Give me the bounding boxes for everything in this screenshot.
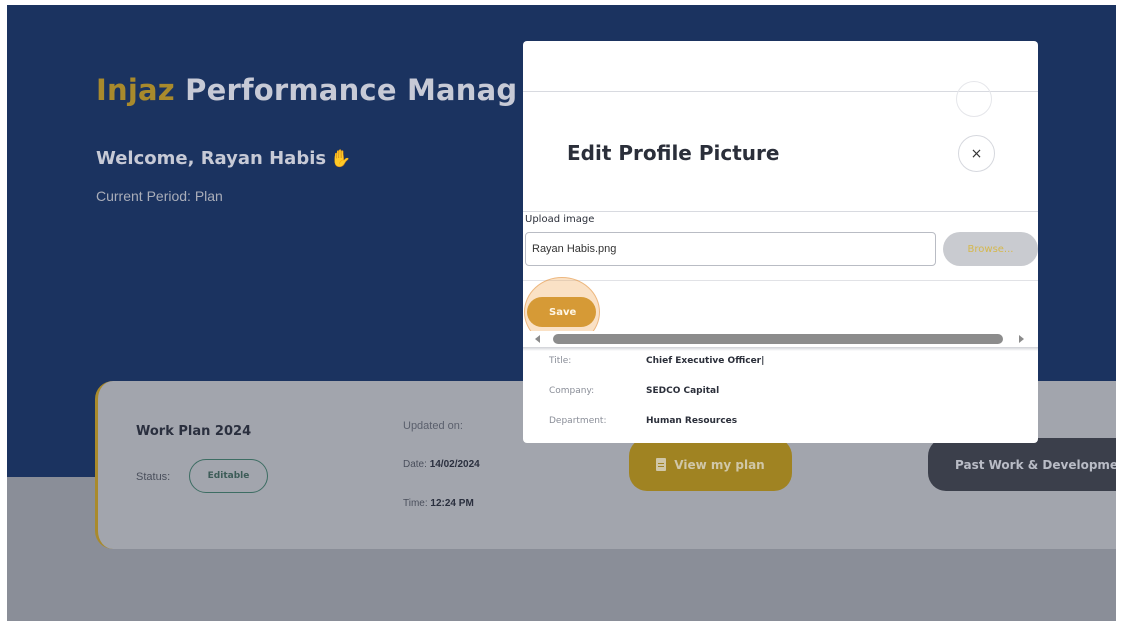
close-icon[interactable]: × — [958, 135, 995, 172]
view-my-plan-label: View my plan — [674, 457, 765, 472]
app-title: Injaz Performance Manag — [96, 73, 517, 107]
browse-button[interactable]: Browse... — [943, 232, 1038, 266]
time-label: Time: — [403, 498, 428, 509]
welcome-text: Welcome, Rayan Habis — [96, 148, 327, 169]
past-work-label: Past Work & Developmen — [955, 457, 1116, 472]
document-icon — [656, 458, 667, 471]
modal-title: Edit Profile Picture — [567, 141, 780, 165]
horizontal-scrollbar[interactable] — [523, 331, 1038, 347]
scroll-left-arrow-icon[interactable] — [535, 335, 540, 343]
date-label: Date: — [403, 459, 427, 470]
modal-divider-lower — [523, 280, 1038, 281]
time-value: 12:24 PM — [430, 498, 474, 509]
plan-name: Work Plan 2024 — [136, 424, 252, 439]
scroll-right-arrow-icon[interactable] — [1019, 335, 1024, 343]
view-my-plan-button[interactable]: View my plan — [629, 438, 792, 491]
welcome-heading: Welcome, Rayan Habis ✋ — [96, 148, 351, 169]
edit-profile-picture-modal: Edit Profile Picture × Upload image Raya… — [523, 41, 1038, 443]
info-key: Title: — [549, 356, 572, 366]
app-title-rest: Performance Manag — [185, 73, 518, 107]
status-label: Status: — [136, 471, 171, 483]
info-key: Company: — [549, 386, 595, 396]
info-value: SEDCO Capital — [646, 386, 720, 396]
modal-divider — [523, 211, 1038, 212]
save-button[interactable]: Save — [527, 297, 596, 327]
app-title-brand: Injaz — [96, 73, 175, 107]
app-viewport: Injaz Performance Manag Welcome, Rayan H… — [7, 5, 1116, 621]
time-line: Time: 12:24 PM — [403, 498, 474, 509]
modal-top-strip — [523, 41, 1038, 92]
scroll-shadow — [523, 347, 1038, 351]
date-value: 14/02/2024 — [429, 459, 480, 470]
updated-on-label: Updated on: — [403, 420, 463, 432]
date-line: Date: 14/02/2024 — [403, 459, 480, 470]
status-badge: Editable — [189, 459, 268, 493]
waving-hand-icon: ✋ — [330, 149, 352, 169]
upload-image-label: Upload image — [525, 214, 595, 225]
upload-file-field[interactable]: Rayan Habis.png — [525, 232, 936, 266]
background-close-circle — [956, 81, 992, 117]
past-work-button[interactable]: Past Work & Developmen — [928, 438, 1116, 491]
info-key: Department: — [549, 416, 607, 426]
scrollbar-thumb[interactable] — [553, 334, 1003, 344]
info-value: Human Resources — [646, 416, 738, 426]
info-value: Chief Executive Officer| — [646, 356, 765, 366]
current-period: Current Period: Plan — [96, 188, 223, 204]
